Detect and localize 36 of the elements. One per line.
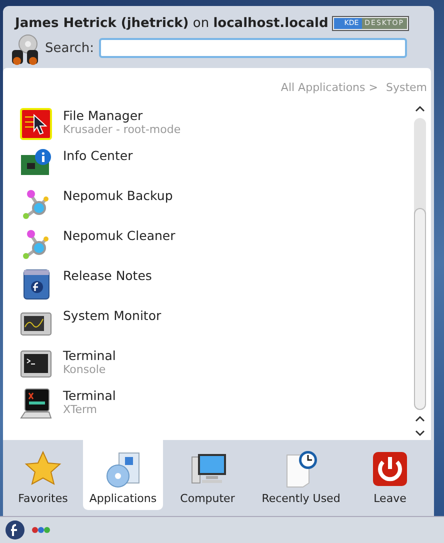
scroll-down-icon[interactable] [415, 429, 425, 437]
application-name: System Monitor [63, 308, 162, 323]
scroll-thumb[interactable] [414, 208, 426, 410]
application-item[interactable]: Release Notes [3, 266, 413, 306]
user-host-title: James Hetrick (jhetrick) on localhost.locald [15, 16, 328, 30]
tab[interactable]: Leave [350, 440, 430, 510]
application-item[interactable]: Info Center [3, 146, 413, 186]
application-item[interactable]: Nepomuk Backup [3, 186, 413, 226]
application-description: XTerm [63, 403, 98, 416]
application-description: Konsole [63, 363, 107, 376]
application-name: Terminal [63, 348, 116, 363]
tab[interactable]: Applications [83, 440, 163, 510]
application-item[interactable]: Terminal Konsole [3, 346, 413, 386]
search-field[interactable] [99, 38, 408, 58]
scroll-up-icon[interactable] [415, 415, 425, 423]
application-description: Krusader - root-mode [63, 123, 181, 136]
application-item[interactable]: Nepomuk Cleaner [3, 226, 413, 266]
scroll-up-icon[interactable] [415, 105, 425, 113]
application-name: Nepomuk Cleaner [63, 228, 176, 243]
application-name: Info Center [63, 148, 133, 163]
power-icon [370, 449, 410, 489]
application-name: Release Notes [63, 268, 152, 283]
search-label: Search: [45, 40, 94, 56]
tab[interactable]: Recently Used [252, 440, 350, 510]
application-name: Nepomuk Backup [63, 188, 173, 203]
activity-dots-icon[interactable] [31, 526, 51, 534]
application-item[interactable]: File Manager Krusader - root-mode [3, 106, 413, 146]
application-name: File Manager [63, 108, 144, 123]
application-name: Terminal [63, 388, 116, 403]
cursor-window-icon [19, 107, 53, 141]
application-item[interactable]: System Monitor [3, 306, 413, 346]
application-item[interactable]: Terminal XTerm [3, 386, 413, 426]
launcher-icon[interactable] [5, 520, 25, 540]
xterm-monitor-icon [19, 387, 53, 421]
tab[interactable]: Favorites [3, 440, 83, 510]
tab[interactable]: Computer [163, 440, 252, 510]
